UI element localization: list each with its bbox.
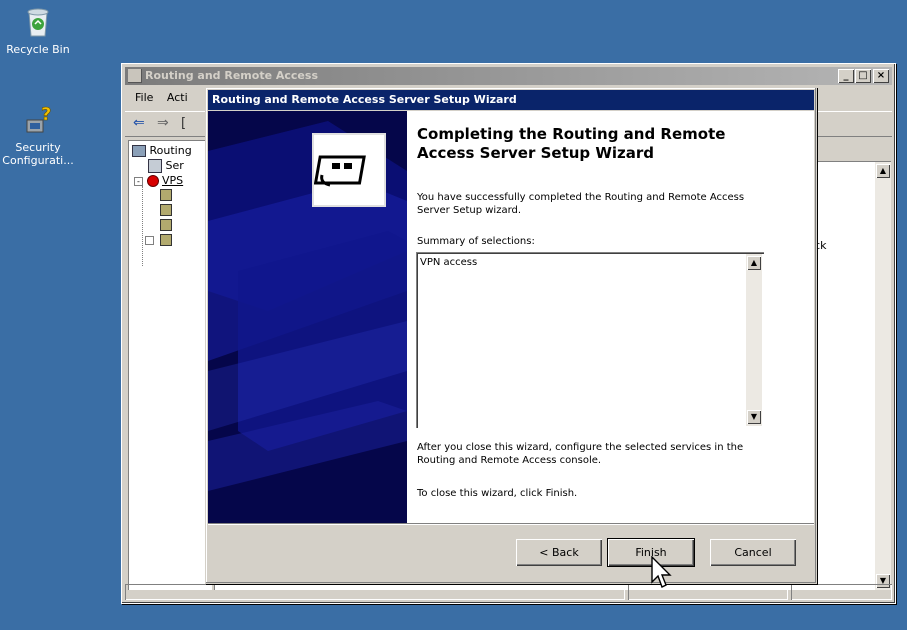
status-cell	[791, 584, 892, 600]
tree-item-server-status[interactable]: Ser	[148, 159, 184, 173]
mmc-title-text: Routing and Remote Access	[145, 69, 318, 82]
close-instruction-text: To close this wizard, click Finish.	[417, 488, 578, 499]
status-bar	[125, 584, 892, 600]
back-button[interactable]: < Back	[516, 539, 602, 566]
scroll-up-arrow[interactable]: ▲	[747, 256, 761, 270]
desktop-icon-security-configuration[interactable]: ? Security Configurati...	[0, 104, 83, 167]
server-icon	[132, 145, 146, 157]
server-down-icon	[146, 175, 159, 187]
expand-icon[interactable]: -	[134, 176, 143, 186]
expand-icon[interactable]	[145, 236, 154, 245]
minimize-button[interactable]: _	[838, 69, 854, 83]
security-config-icon: ?	[21, 104, 55, 138]
maximize-button[interactable]: □	[855, 69, 871, 83]
wizard-title-bar: Routing and Remote Access Server Setup W…	[208, 90, 814, 110]
desktop-icon-recycle-bin[interactable]: Recycle Bin	[0, 6, 83, 56]
tree-label: VPS	[162, 174, 184, 187]
mouse-cursor-icon	[651, 556, 672, 588]
close-button[interactable]: ×	[873, 69, 889, 83]
summary-value: VPN access	[420, 257, 478, 268]
scroll-down-arrow[interactable]: ▼	[747, 410, 761, 424]
details-scrollbar[interactable]: ▲ ▼	[875, 162, 891, 590]
button-separator	[208, 523, 814, 525]
network-icon	[160, 189, 172, 201]
forward-arrow-icon[interactable]: ⇒	[157, 115, 169, 131]
setup-wizard-dialog: Routing and Remote Access Server Setup W…	[205, 87, 817, 584]
network-icon	[160, 234, 172, 246]
tree-item-routing[interactable]: Routing	[132, 144, 192, 157]
mmc-app-icon	[128, 69, 142, 83]
summary-label: Summary of selections:	[417, 236, 535, 247]
menu-action[interactable]: Acti	[167, 91, 188, 104]
recycle-bin-icon	[21, 6, 55, 40]
tree-label: Routing	[149, 144, 192, 157]
after-close-text: After you close this wizard, configure t…	[417, 442, 744, 466]
mmc-title-bar: Routing and Remote Access _ □ ×	[125, 67, 892, 85]
cancel-button[interactable]: Cancel	[710, 539, 796, 566]
desktop-icon-label: Security Configurati...	[2, 141, 74, 167]
scroll-up-arrow[interactable]: ▲	[876, 164, 890, 178]
back-arrow-icon[interactable]: ⇐	[133, 115, 145, 131]
tree-label: Ser	[165, 159, 184, 172]
wizard-intro-text: You have successfully completed the Rout…	[417, 192, 745, 216]
svg-text:?: ?	[41, 104, 51, 125]
wizard-heading: Completing the Routing and Remote Access…	[417, 125, 726, 162]
network-card-icon	[312, 133, 386, 207]
console-tree: Routing Ser - VPS	[128, 140, 212, 590]
tree-lines	[142, 186, 144, 266]
desktop-icon-label: Recycle Bin	[6, 43, 70, 56]
summary-box[interactable]: VPN access ▲ ▼	[416, 252, 764, 428]
server-status-icon	[148, 159, 162, 173]
wizard-banner	[208, 111, 407, 523]
network-icon	[160, 204, 172, 216]
wizard-content: Completing the Routing and Remote Access…	[407, 111, 814, 523]
status-cell	[125, 584, 625, 600]
toolbar-icon[interactable]: [	[181, 116, 186, 131]
menu-file[interactable]: File	[135, 91, 153, 104]
network-icon	[160, 219, 172, 231]
summary-scrollbar[interactable]: ▲ ▼	[746, 254, 762, 426]
